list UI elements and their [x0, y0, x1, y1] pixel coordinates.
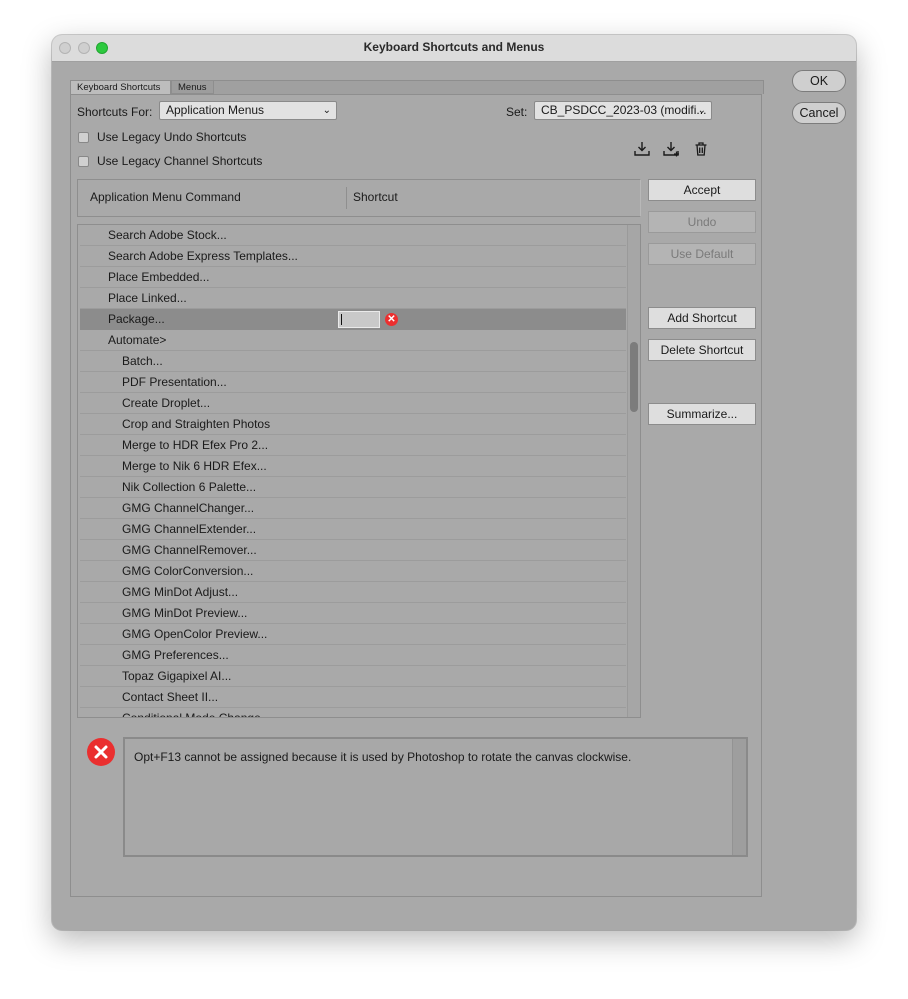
table-header: Application Menu Command Shortcut	[77, 179, 641, 217]
list-scrollbar[interactable]	[627, 225, 640, 717]
command-label: Topaz Gigapixel AI...	[122, 669, 232, 683]
cancel-button[interactable]: Cancel	[792, 102, 846, 124]
table-row[interactable]: Place Embedded...	[80, 267, 626, 288]
table-row[interactable]: GMG ChannelExtender...	[80, 519, 626, 540]
command-label: GMG ChannelRemover...	[122, 543, 257, 557]
command-label: PDF Presentation...	[122, 375, 227, 389]
table-row[interactable]: GMG Preferences...	[80, 645, 626, 666]
table-row[interactable]: Package... ✕	[80, 309, 626, 330]
set-select[interactable]: CB_PSDCC_2023-03 (modifi... ⌄	[534, 101, 712, 120]
table-row[interactable]: GMG MinDot Preview...	[80, 603, 626, 624]
command-label: Contact Sheet II...	[122, 690, 219, 704]
table-row[interactable]: Place Linked...	[80, 288, 626, 309]
ok-button[interactable]: OK	[792, 70, 846, 92]
command-label: GMG OpenColor Preview...	[122, 627, 268, 641]
tab-bar-filler	[214, 80, 764, 94]
column-header-command: Application Menu Command	[90, 190, 241, 204]
command-label: Crop and Straighten Photos	[122, 417, 271, 431]
command-label: Nik Collection 6 Palette...	[122, 480, 257, 494]
command-label: Place Linked...	[108, 291, 187, 305]
table-row[interactable]: Search Adobe Stock...	[80, 225, 626, 246]
table-row[interactable]: Merge to Nik 6 HDR Efex...	[80, 456, 626, 477]
error-message: Opt+F13 cannot be assigned because it is…	[134, 750, 632, 764]
table-row[interactable]: GMG ChannelChanger...	[80, 498, 626, 519]
tab-menus[interactable]: Menus	[171, 80, 214, 94]
command-list[interactable]: Search Adobe Stock... Search Adobe Expres…	[77, 224, 641, 718]
command-label: Search Adobe Express Templates...	[108, 249, 298, 263]
set-label: Set:	[506, 105, 528, 119]
title-bar: Keyboard Shortcuts and Menus	[52, 35, 856, 62]
legacy-channel-label: Use Legacy Channel Shortcuts	[97, 154, 263, 168]
command-label: GMG ChannelChanger...	[122, 501, 255, 515]
chevron-down-icon: ⌄	[322, 105, 331, 116]
table-row[interactable]: GMG ColorConversion...	[80, 561, 626, 582]
delete-shortcut-button[interactable]: Delete Shortcut	[648, 339, 756, 361]
command-label: Automate>	[108, 333, 167, 347]
use-default-button[interactable]: Use Default	[648, 243, 756, 265]
table-row[interactable]: Conditional Mode Change...	[80, 708, 626, 718]
undo-button[interactable]: Undo	[648, 211, 756, 233]
command-label: GMG MinDot Adjust...	[122, 585, 239, 599]
message-scrollbar[interactable]	[732, 739, 746, 855]
table-row[interactable]: Batch...	[80, 351, 626, 372]
command-label: Place Embedded...	[108, 270, 210, 284]
shortcuts-for-label: Shortcuts For:	[77, 105, 153, 119]
table-row[interactable]: Contact Sheet II...	[80, 687, 626, 708]
error-icon	[87, 738, 115, 766]
chevron-down-icon: ⌄	[697, 105, 706, 116]
shortcuts-for-value: Application Menus	[166, 103, 265, 117]
save-as-set-icon[interactable]	[661, 139, 681, 159]
table-row[interactable]: Search Adobe Express Templates...	[80, 246, 626, 267]
command-label: GMG ChannelExtender...	[122, 522, 257, 536]
set-value: CB_PSDCC_2023-03 (modifi...	[541, 103, 707, 117]
legacy-undo-label: Use Legacy Undo Shortcuts	[97, 130, 247, 144]
command-label: Conditional Mode Change...	[122, 711, 271, 718]
command-label: GMG Preferences...	[122, 648, 229, 662]
window-title: Keyboard Shortcuts and Menus	[363, 40, 545, 54]
dialog-window: Keyboard Shortcuts and Menus Keyboard Sh…	[52, 35, 856, 930]
command-label: Merge to Nik 6 HDR Efex...	[122, 459, 267, 473]
save-set-icon[interactable]	[632, 139, 652, 159]
conflict-x-icon[interactable]: ✕	[385, 313, 398, 326]
table-row[interactable]: GMG OpenColor Preview...	[80, 624, 626, 645]
column-header-shortcut: Shortcut	[353, 190, 398, 204]
table-row[interactable]: Topaz Gigapixel AI...	[80, 666, 626, 687]
table-row[interactable]: GMG ChannelRemover...	[80, 540, 626, 561]
command-label: Create Droplet...	[122, 396, 211, 410]
command-label: Search Adobe Stock...	[108, 228, 227, 242]
table-row[interactable]: PDF Presentation...	[80, 372, 626, 393]
table-row[interactable]: Crop and Straighten Photos	[80, 414, 626, 435]
legacy-channel-checkbox[interactable]	[78, 156, 89, 167]
command-label: GMG ColorConversion...	[122, 564, 254, 578]
delete-set-icon[interactable]	[691, 139, 711, 159]
command-label: Package...	[108, 312, 165, 326]
legacy-undo-checkbox[interactable]	[78, 132, 89, 143]
table-row[interactable]: Automate>	[80, 330, 626, 351]
command-label: GMG MinDot Preview...	[122, 606, 248, 620]
tab-bar: Keyboard Shortcuts Menus	[70, 80, 764, 94]
accept-button[interactable]: Accept	[648, 179, 756, 201]
table-row[interactable]: Nik Collection 6 Palette...	[80, 477, 626, 498]
scrollbar-thumb[interactable]	[630, 342, 638, 412]
shortcut-input[interactable]	[338, 311, 380, 328]
message-box: Opt+F13 cannot be assigned because it is…	[123, 737, 748, 857]
text-caret	[341, 314, 342, 325]
tab-keyboard-shortcuts[interactable]: Keyboard Shortcuts	[70, 80, 171, 94]
table-row[interactable]: GMG MinDot Adjust...	[80, 582, 626, 603]
shortcuts-for-select[interactable]: Application Menus ⌄	[159, 101, 337, 120]
add-shortcut-button[interactable]: Add Shortcut	[648, 307, 756, 329]
command-label: Merge to HDR Efex Pro 2...	[122, 438, 269, 452]
summarize-button[interactable]: Summarize...	[648, 403, 756, 425]
command-label: Batch...	[122, 354, 163, 368]
table-row[interactable]: Merge to HDR Efex Pro 2...	[80, 435, 626, 456]
column-divider	[346, 187, 347, 209]
table-row[interactable]: Create Droplet...	[80, 393, 626, 414]
